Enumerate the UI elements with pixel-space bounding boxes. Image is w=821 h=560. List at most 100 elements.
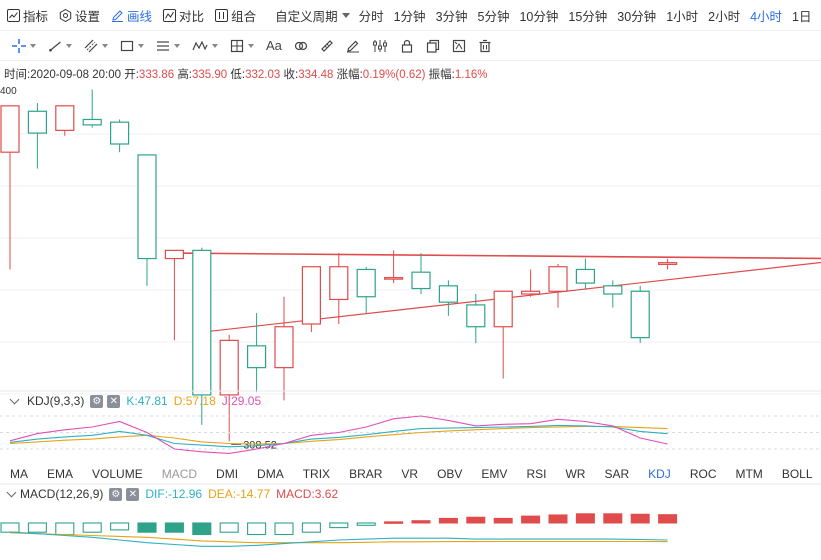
indicator-tab-roc[interactable]: ROC [680, 467, 726, 481]
support-trendline [201, 261, 821, 333]
candle-body [657, 262, 678, 265]
indicator-tab-mtm[interactable]: MTM [725, 467, 771, 481]
open-label: 开: [124, 69, 139, 81]
indicator-tab-dma[interactable]: DMA [247, 467, 293, 481]
fibonacci-icon [294, 41, 308, 50]
kdj-settings-gear-icon[interactable]: ⚙ [90, 394, 104, 408]
period-tab-4[interactable]: 10分钟 [514, 0, 563, 30]
indicator-tab-boll[interactable]: BOLL [772, 467, 821, 481]
candle-body [27, 110, 47, 134]
trend-line-tool[interactable] [42, 31, 78, 61]
period-tab-11[interactable]: 周K [817, 0, 821, 30]
ohlc-info-bar: 时间:2020-09-08 20:00 开:333.86 高:335.90 低:… [4, 66, 487, 82]
candle-body [411, 271, 431, 290]
close-value: 334.48 [298, 69, 334, 81]
indicator-tab-vr[interactable]: VR [391, 467, 427, 481]
draw-button[interactable]: 画线 [104, 0, 156, 30]
macd-bar [548, 514, 568, 524]
macd-close-icon[interactable]: ✕ [126, 487, 140, 501]
collapse-chevron-icon[interactable] [6, 487, 17, 497]
measure-tool[interactable] [224, 31, 260, 61]
trend-line-icon [49, 41, 61, 51]
candle-body [329, 266, 349, 301]
settings-button[interactable]: 设置 [52, 0, 104, 30]
macd-bar [247, 522, 267, 536]
combine-button[interactable]: 组合 [208, 0, 260, 30]
drawing-toolbar: Aa [0, 31, 821, 61]
pencil-icon [346, 40, 359, 52]
period-tab-3[interactable]: 5分钟 [473, 0, 515, 30]
rectangle-tool[interactable] [114, 31, 150, 61]
candle-body [82, 118, 102, 126]
indicator-tab-ma[interactable]: MA [0, 467, 37, 481]
magnet-tool[interactable] [446, 31, 472, 61]
indicator-button[interactable]: 指标 [0, 0, 52, 30]
macd-bar [301, 522, 321, 533]
period-tab-10[interactable]: 1日 [787, 0, 816, 30]
crosshair-tool[interactable] [0, 31, 42, 61]
indicator-label: 指标 [23, 9, 49, 24]
lock-tool[interactable] [394, 31, 420, 61]
period-tab-2[interactable]: 3分钟 [431, 0, 473, 30]
macd-bar [164, 522, 184, 533]
low-price-marker: 308.52 [231, 439, 277, 451]
caret-down-icon [30, 43, 36, 48]
wave-tool[interactable] [186, 31, 224, 61]
text-tool[interactable]: Aa [260, 31, 288, 61]
copy-tool[interactable] [420, 31, 446, 61]
indicator-tab-brar[interactable]: BRAR [339, 467, 391, 481]
indicator-tab-ema[interactable]: EMA [37, 467, 82, 481]
pencil-tool[interactable] [340, 31, 366, 61]
period-tab-7[interactable]: 1小时 [661, 0, 703, 30]
compare-button[interactable]: 对比 [156, 0, 208, 30]
draw-label: 画线 [127, 9, 153, 24]
fibonacci-tool[interactable] [288, 31, 314, 61]
period-tab-6[interactable]: 30分钟 [612, 0, 661, 30]
macd-bar [630, 513, 650, 524]
period-tab-5[interactable]: 15分钟 [563, 0, 612, 30]
period-tab-1[interactable]: 1分钟 [389, 0, 431, 30]
custom-period-dropdown[interactable]: 自定义周期 [270, 0, 354, 30]
candle-body [384, 277, 404, 280]
macd-value: 3.62 [314, 487, 339, 501]
indicator-tabs: MA EMA VOLUME MACD DMI DMA TRIX BRAR VR OBV EMV RSI… [0, 464, 821, 484]
indicator-tab-wr[interactable]: WR [555, 467, 594, 481]
indicator-tab-obv[interactable]: OBV [427, 467, 471, 481]
price-axis-label: 400 [0, 86, 17, 97]
kdj-d-value: 57.18 [185, 394, 216, 408]
macd-settings-gear-icon[interactable]: ⚙ [109, 487, 123, 501]
candle-body [603, 285, 623, 295]
indicator-tab-macd[interactable]: MACD [152, 467, 206, 481]
macd-bar [219, 522, 239, 533]
macd-name: MACD(12,26,9) [20, 487, 104, 501]
macd-bar [0, 522, 20, 533]
macd-bar [27, 522, 47, 533]
candle-body [438, 285, 458, 303]
parallel-lines-tool[interactable] [78, 31, 114, 61]
indicator-tab-rsi[interactable]: RSI [516, 467, 555, 481]
kdj-legend: KDJ(9,3,3) ⚙ ✕ K: 47.81 D: 57.18 J: 29.05 [0, 391, 261, 411]
period-tab-0[interactable]: 分时 [354, 0, 389, 30]
time-value: 2020-09-08 20:00 [30, 69, 122, 81]
indicator-tab-dmi[interactable]: DMI [206, 467, 247, 481]
indicator-tab-volume[interactable]: VOLUME [82, 467, 152, 481]
collapse-chevron-icon[interactable] [9, 394, 20, 404]
period-tab-8[interactable]: 2小时 [703, 0, 745, 30]
custom-period-label: 自定义周期 [275, 9, 338, 24]
macd-lines [9, 531, 668, 547]
kdj-k-line [9, 424, 668, 448]
rectangle-icon [120, 40, 134, 51]
indicator-tab-emv[interactable]: EMV [471, 467, 516, 481]
horizontal-lines-tool[interactable] [150, 31, 186, 61]
macd-bar [438, 517, 458, 524]
kdj-close-icon[interactable]: ✕ [107, 394, 121, 408]
ruler-tool[interactable] [314, 31, 340, 61]
indicator-tab-trix[interactable]: TRIX [293, 467, 339, 481]
indicator-tab-sar[interactable]: SAR [594, 467, 638, 481]
indicator-tab-kdj[interactable]: KDJ [638, 467, 680, 481]
macd-histogram [0, 513, 678, 536]
period-tab-9[interactable]: 4小时 [745, 0, 787, 30]
candle-body [55, 105, 75, 131]
sliders-tool[interactable] [366, 31, 394, 61]
delete-tool[interactable] [472, 31, 498, 61]
